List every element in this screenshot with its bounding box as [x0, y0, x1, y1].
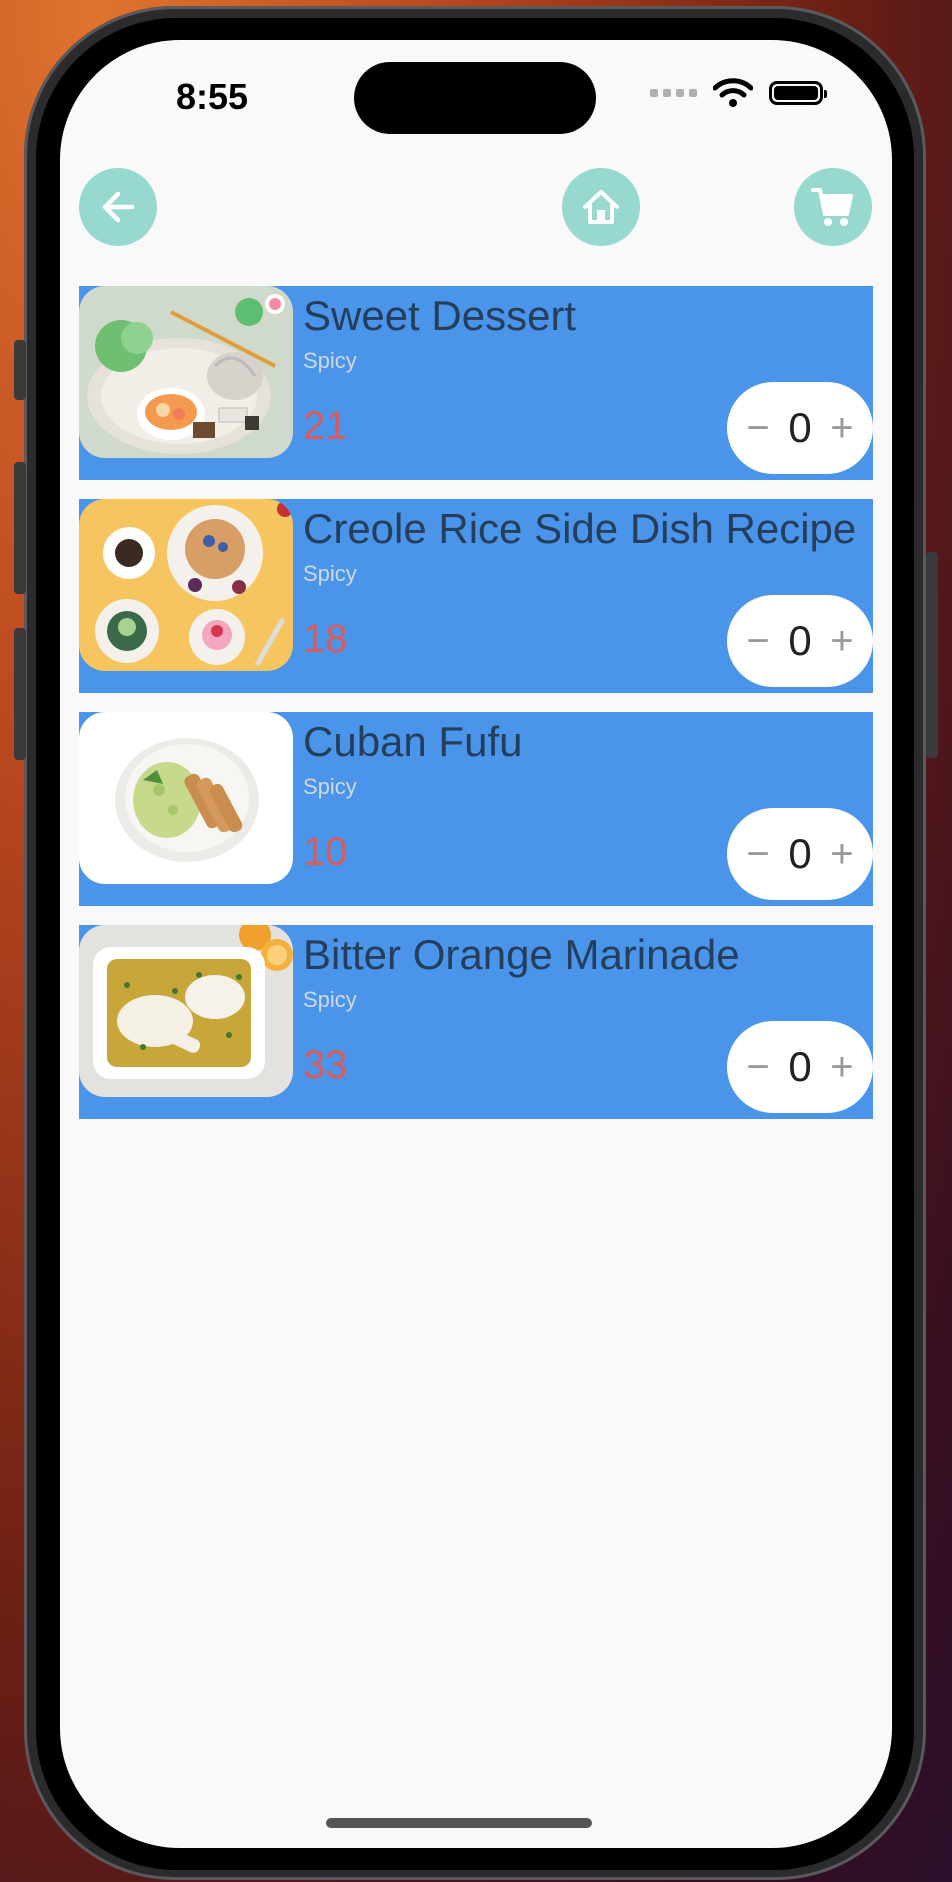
product-price: 33 [303, 1043, 348, 1087]
side-button-power [926, 552, 938, 758]
product-price: 10 [303, 830, 348, 874]
increment-button[interactable]: + [827, 834, 857, 874]
product-title: Sweet Dessert [303, 292, 577, 339]
cart-icon [811, 188, 853, 226]
product-subtitle: Spicy [303, 987, 357, 1012]
product-card[interactable]: Cuban Fufu Spicy 10 − 0 + [79, 712, 873, 906]
dynamic-island [354, 62, 596, 134]
decrement-button[interactable]: − [743, 1047, 773, 1087]
product-subtitle: Spicy [303, 774, 357, 799]
quantity-stepper: − 0 + [727, 808, 873, 900]
quantity-stepper: − 0 + [727, 1021, 873, 1113]
quantity-value: 0 [788, 617, 812, 664]
product-price: 18 [303, 617, 348, 661]
increment-button[interactable]: + [827, 1047, 857, 1087]
increment-button[interactable]: + [827, 621, 857, 661]
decrement-button[interactable]: − [743, 834, 773, 874]
product-image-bitter-orange-marinade [79, 925, 293, 1097]
side-button-volume-up [14, 462, 26, 594]
product-subtitle: Spicy [303, 348, 357, 373]
home-icon [583, 190, 619, 224]
wifi-icon [713, 78, 753, 107]
home-button[interactable] [562, 168, 640, 246]
product-title: Bitter Orange Marinade [303, 931, 740, 978]
quantity-stepper: − 0 + [727, 382, 873, 474]
status-time: 8:55 [176, 76, 249, 117]
back-button[interactable] [79, 168, 157, 246]
product-price: 21 [303, 404, 348, 448]
side-button-silent [14, 340, 26, 400]
product-card[interactable]: Bitter Orange Marinade Spicy 33 − 0 + [79, 925, 873, 1119]
quantity-value: 0 [788, 1043, 812, 1090]
product-card[interactable]: Creole Rice Side Dish Recipe Spicy 18 − … [79, 499, 873, 693]
product-image-creole-rice [79, 499, 293, 671]
battery-icon [769, 81, 827, 105]
app-screen: 8:55 Sweet Dessert Spicy 21 − 0 + Creole… [60, 40, 892, 1848]
product-list: Sweet Dessert Spicy 21 − 0 + Creole Rice… [79, 286, 873, 1138]
quantity-value: 0 [788, 830, 812, 877]
product-subtitle: Spicy [303, 561, 357, 586]
increment-button[interactable]: + [827, 408, 857, 448]
product-title: Cuban Fufu [303, 718, 523, 765]
product-image-cuban-fufu [79, 712, 293, 884]
cart-button[interactable] [794, 168, 872, 246]
product-card[interactable]: Sweet Dessert Spicy 21 − 0 + [79, 286, 873, 480]
arrow-left-icon [102, 191, 135, 223]
cellular-signal-icon [650, 89, 697, 97]
product-image-sweet-dessert [79, 286, 293, 458]
product-title: Creole Rice Side Dish Recipe [303, 505, 857, 552]
status-icons [650, 78, 827, 108]
side-button-volume-down [14, 628, 26, 760]
decrement-button[interactable]: − [743, 408, 773, 448]
home-indicator[interactable] [326, 1818, 592, 1828]
quantity-stepper: − 0 + [727, 595, 873, 687]
decrement-button[interactable]: − [743, 621, 773, 661]
quantity-value: 0 [788, 404, 812, 451]
